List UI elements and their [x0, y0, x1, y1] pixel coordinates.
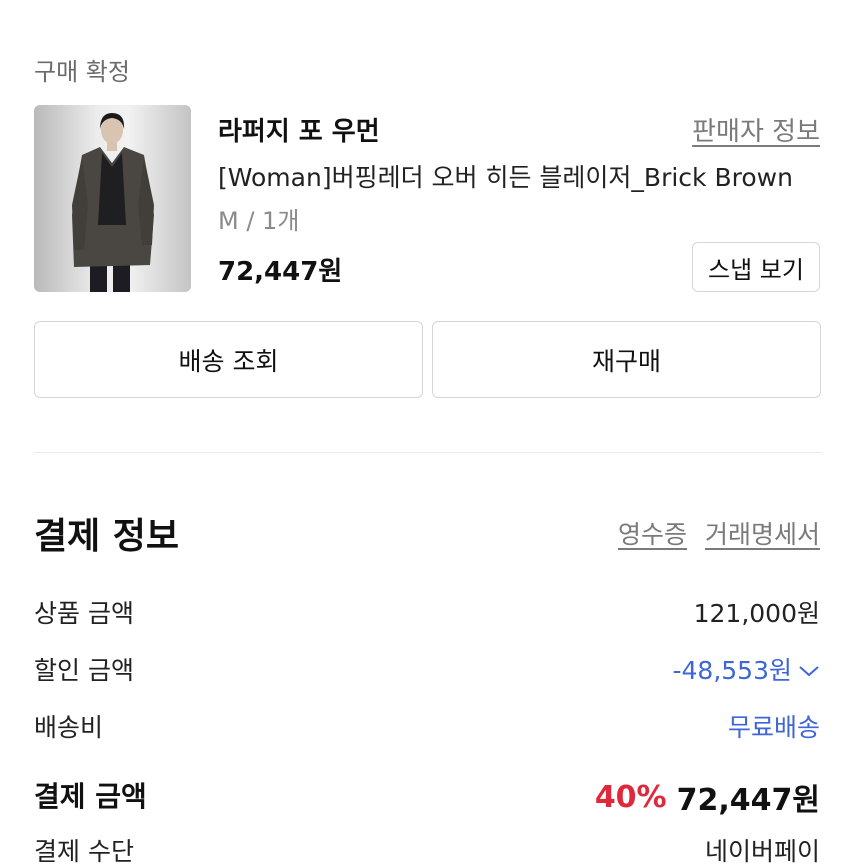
transaction-statement-link[interactable]: 거래명세서 — [705, 515, 820, 551]
discount-amount-label: 할인 금액 — [34, 656, 134, 685]
product-price: 72,447원 — [218, 257, 343, 287]
seller-info-link[interactable]: 판매자 정보 — [692, 111, 820, 148]
payment-method-value: 네이버페이 — [705, 832, 820, 868]
discount-amount-value: -48,553원 — [672, 656, 793, 685]
product-amount-text: 121,000원 — [693, 599, 820, 628]
rebuy-button[interactable]: 재구매 — [432, 321, 821, 398]
total-amount-value: 72,447원 — [676, 783, 820, 818]
snap-view-button[interactable]: 스냅 보기 — [692, 242, 820, 292]
receipt-link[interactable]: 영수증 — [618, 515, 687, 551]
shipping-fee-text: 무료배송 — [727, 713, 820, 742]
track-delivery-button[interactable]: 배송 조회 — [34, 321, 423, 398]
total-amount-label: 결제 금액 — [34, 780, 147, 813]
payment-info-title: 결제 정보 — [34, 516, 180, 557]
product-thumbnail[interactable] — [34, 105, 191, 292]
product-option: M / 1개 — [218, 207, 300, 235]
section-divider — [34, 452, 822, 453]
payment-method-text: 네이버페이 — [704, 837, 820, 866]
chevron-down-icon — [798, 655, 820, 684]
product-amount-value: 121,000원 — [694, 594, 820, 630]
brand-name[interactable]: 라퍼지 포 우먼 — [218, 111, 380, 148]
product-image — [72, 113, 154, 292]
payment-links: 영수증 거래명세서 — [618, 515, 820, 551]
order-status: 구매 확정 — [34, 58, 130, 86]
discount-percent: 40% — [594, 779, 667, 815]
payment-method-label: 결제 수단 — [34, 837, 134, 866]
product-name[interactable]: [Woman]버핑레더 오버 히든 블레이저_Brick Brown — [218, 158, 793, 194]
shipping-fee-value: 무료배송 — [728, 708, 820, 744]
shipping-fee-label: 배송비 — [34, 713, 104, 742]
product-amount-label: 상품 금액 — [34, 599, 134, 628]
total-amount: 40% 72,447원 — [595, 775, 820, 819]
discount-amount-toggle[interactable]: -48,553원 — [673, 651, 821, 687]
